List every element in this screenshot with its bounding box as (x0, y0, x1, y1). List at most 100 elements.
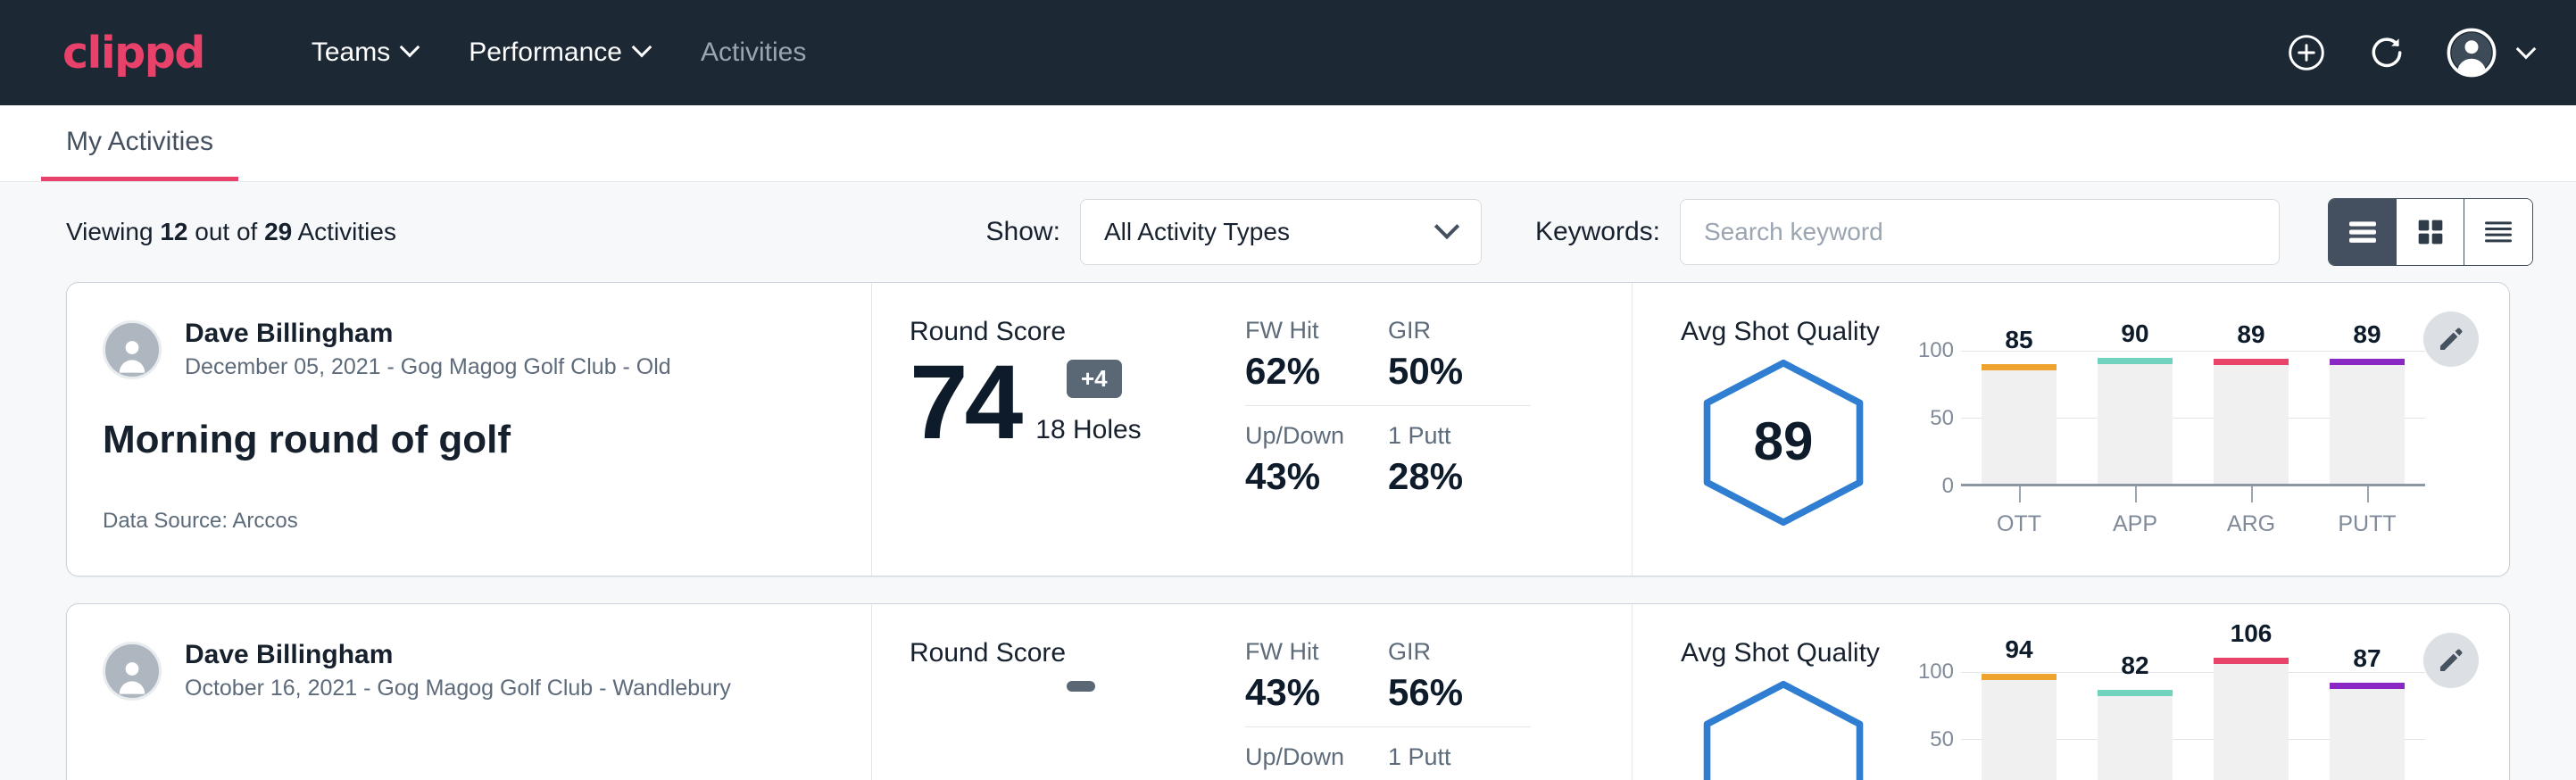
round-score-row (910, 674, 1245, 681)
bar-label-putt: 87 (2330, 644, 2405, 673)
refresh-icon (2367, 33, 2406, 72)
bar-arg: 106 (2214, 664, 2289, 780)
card-profile-header: Dave Billingham October 16, 2021 - Gog M… (103, 638, 871, 703)
shot-quality-chart: 100 50 0 85 (1906, 351, 2425, 537)
chart-plot-area: 85 90 (1961, 351, 2425, 486)
bar-cap-putt (2330, 683, 2405, 689)
stat-column-right: GIR 56% 1 Putt (1388, 638, 1531, 780)
quality-hexagon-wrap: 89 (1681, 351, 1886, 524)
view-mode-grid-button[interactable] (2397, 199, 2464, 265)
search-input[interactable] (1680, 199, 2280, 265)
view-mode-list-button[interactable] (2329, 199, 2397, 265)
avg-shot-quality-body: 100 50 0 94 (1681, 672, 2509, 780)
bar-label-app: 82 (2098, 651, 2173, 680)
quality-hexagon-wrap (1681, 672, 1886, 780)
score-differential-badge: +4 (1067, 360, 1122, 398)
bar-label-app: 90 (2098, 319, 2173, 348)
stat-one-putt: 1 Putt (1388, 726, 1531, 780)
avatar (103, 642, 162, 701)
bar-label-ott: 94 (1982, 635, 2057, 664)
card-score-column: Round Score (872, 604, 1245, 780)
top-navbar: clippd Teams Performance Activities (0, 0, 2576, 105)
stat-up-down: Up/Down (1245, 726, 1388, 780)
filter-bar: Viewing 12 out of 29 Activities Show: Al… (0, 182, 2576, 282)
stat-one-putt-label: 1 Putt (1388, 743, 1531, 771)
stat-up-down-label: Up/Down (1245, 422, 1388, 450)
bar-cap-arg (2214, 359, 2289, 365)
chart-x-axis: OTT APP ARG PUTT (1961, 486, 2425, 537)
pencil-icon (2436, 324, 2466, 354)
x-tick-ott: OTT (1974, 486, 2064, 537)
bar-slot-app: 82 (2090, 672, 2180, 780)
add-activity-button[interactable] (2285, 31, 2328, 74)
bar-cap-app (2098, 690, 2173, 696)
stat-column-left: FW Hit 43% Up/Down (1245, 638, 1388, 780)
bar-label-putt: 89 (2330, 320, 2405, 349)
stat-gir-value: 56% (1388, 671, 1531, 714)
nav-item-teams[interactable]: Teams (287, 29, 444, 77)
chevron-down-icon (633, 40, 651, 58)
y-tick-0: 0 (1942, 474, 1954, 499)
bar-cap-ott (1982, 674, 2057, 680)
bar-putt: 87 (2330, 689, 2405, 780)
clippd-logo[interactable]: clippd (62, 28, 204, 79)
stat-gir: GIR 56% (1388, 638, 1531, 726)
edit-activity-button[interactable] (2423, 311, 2479, 367)
activity-card[interactable]: Dave Billingham December 05, 2021 - Gog … (66, 282, 2510, 577)
stat-gir-label: GIR (1388, 317, 1531, 344)
nav-item-performance[interactable]: Performance (444, 29, 676, 77)
card-stats-column: FW Hit 43% Up/Down GIR 56% 1 Putt (1245, 604, 1633, 780)
list-view-icon (2345, 214, 2381, 250)
bar-cap-putt (2330, 359, 2405, 365)
grid-view-icon (2413, 214, 2448, 250)
stat-one-putt: 1 Putt 28% (1388, 405, 1531, 510)
account-circle-icon (2446, 27, 2497, 79)
chart-y-axis: 100 50 0 (1906, 351, 1961, 486)
y-tick-100: 100 (1918, 660, 1954, 685)
view-mode-compact-button[interactable] (2464, 199, 2532, 265)
activity-type-select[interactable]: All Activity Types (1080, 199, 1482, 265)
player-name: Dave Billingham (185, 317, 671, 351)
edit-activity-button[interactable] (2423, 633, 2479, 688)
tab-my-activities[interactable]: My Activities (41, 127, 238, 181)
bar-cap-app (2098, 358, 2173, 364)
stat-up-down-label: Up/Down (1245, 743, 1388, 771)
viewing-count-text: Viewing 12 out of 29 Activities (66, 218, 396, 246)
activity-card-list: Dave Billingham December 05, 2021 - Gog … (0, 282, 2576, 780)
stat-up-down: Up/Down 43% (1245, 405, 1388, 510)
card-quality-column: Avg Shot Quality 89 100 50 (1633, 283, 2509, 576)
nav-item-activities[interactable]: Activities (676, 29, 831, 77)
view-mode-toggle (2328, 198, 2533, 266)
card-stats-column: FW Hit 62% Up/Down 43% GIR 50% 1 Putt 28… (1245, 283, 1633, 576)
chevron-down-icon (401, 40, 419, 58)
round-score-value: 74 (910, 353, 1019, 452)
round-score-label: Round Score (910, 317, 1245, 347)
stat-fw-hit-label: FW Hit (1245, 638, 1388, 666)
card-profile-text: Dave Billingham October 16, 2021 - Gog M… (185, 638, 731, 703)
bar-slot-arg: 89 (2206, 351, 2296, 484)
refresh-button[interactable] (2365, 31, 2408, 74)
tab-strip: My Activities (0, 105, 2576, 182)
person-icon (109, 330, 155, 377)
quality-score-value: 89 (1699, 358, 1868, 524)
stat-fw-hit-value: 62% (1245, 350, 1388, 393)
stat-one-putt-label: 1 Putt (1388, 422, 1531, 450)
bar-app: 90 (2098, 364, 2173, 484)
bar-label-ott: 85 (1982, 326, 2057, 354)
bar-slot-putt: 89 (2323, 351, 2412, 484)
show-label: Show: (986, 217, 1060, 247)
account-menu-button[interactable] (2446, 27, 2535, 79)
avg-shot-quality-body: 89 100 50 0 (1681, 351, 2509, 537)
round-score-row: 74 +4 18 Holes (910, 353, 1245, 452)
bar-ott: 85 (1982, 370, 2057, 484)
activity-meta: December 05, 2021 - Gog Magog Golf Club … (185, 353, 671, 383)
nav-item-activities-label: Activities (701, 37, 806, 68)
quality-score-value (1699, 679, 1868, 780)
chart-bars: 94 82 (1961, 672, 2425, 780)
player-name: Dave Billingham (185, 638, 731, 672)
plus-circle-icon (2287, 33, 2326, 72)
activity-title: Morning round of golf (103, 418, 871, 462)
data-source: Data Source: Arccos (103, 509, 871, 534)
chevron-down-icon (1438, 218, 1458, 237)
activity-card[interactable]: Dave Billingham October 16, 2021 - Gog M… (66, 603, 2510, 780)
